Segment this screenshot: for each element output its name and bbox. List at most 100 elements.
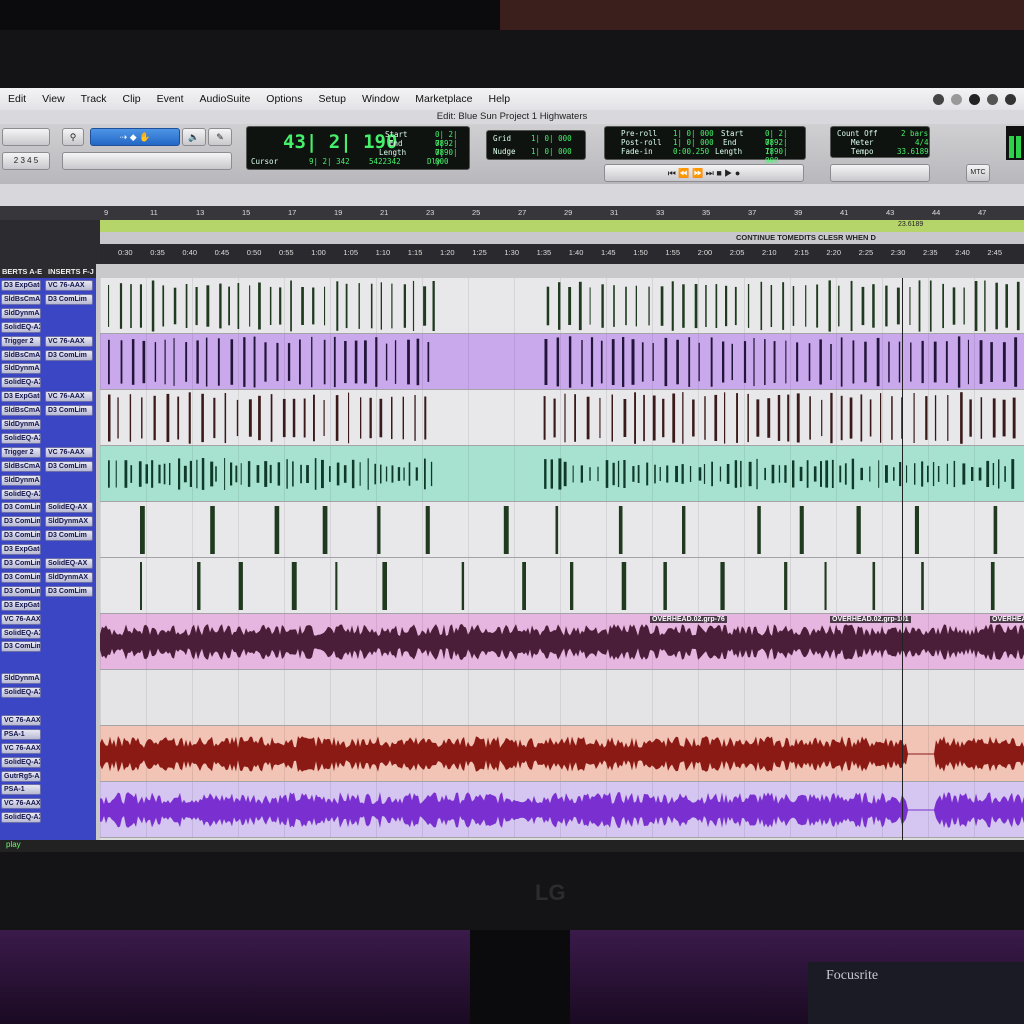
- insert-slot[interactable]: SldDynmAX: [1, 474, 41, 486]
- universe-overview[interactable]: [0, 184, 1024, 206]
- insert-slot[interactable]: D3 ComLim: [45, 585, 93, 597]
- insert-slot[interactable]: SldDynmAX: [1, 363, 41, 375]
- track-lane[interactable]: [100, 670, 1024, 726]
- insert-slot[interactable]: SldDynmAX: [45, 516, 93, 528]
- insert-slot[interactable]: VC 76-AAX: [1, 742, 41, 754]
- tray-icon[interactable]: [1005, 93, 1016, 105]
- insert-slot[interactable]: VC 76-AAX: [45, 391, 93, 403]
- insert-slot[interactable]: SldBsCmAX: [1, 349, 41, 361]
- pencil-tool-icon[interactable]: ✎: [208, 128, 232, 146]
- insert-slot[interactable]: SolidEQ-AX: [1, 321, 41, 333]
- insert-slot[interactable]: SldDynmAX: [1, 419, 41, 430]
- insert-slot[interactable]: D3 ExpGate: [1, 599, 41, 611]
- countoff-value[interactable]: 2 bars: [901, 129, 928, 138]
- edit-mode-buttons[interactable]: [62, 152, 232, 170]
- insert-slot[interactable]: D3 ComLim: [1, 641, 41, 653]
- insert-slot[interactable]: D3 ComLim: [1, 530, 41, 542]
- clip-name-label[interactable]: OVERHEAD.02.grp-76: [650, 616, 727, 623]
- insert-slot[interactable]: SolidEQ-AX: [1, 687, 41, 699]
- countoff-label[interactable]: Count Off: [837, 129, 878, 138]
- insert-slot[interactable]: D3 ComLim: [45, 460, 93, 472]
- insert-slot[interactable]: SolidEQ-AX: [1, 812, 41, 824]
- insert-slot[interactable]: VC 76-AAX: [1, 798, 41, 810]
- transport-length-value[interactable]: 1| 0| 000: [765, 147, 805, 165]
- insert-slot[interactable]: D3 ComLim: [1, 558, 41, 569]
- insert-slot[interactable]: D3 ComLim: [45, 349, 93, 361]
- preroll-label[interactable]: Pre-roll: [621, 129, 657, 138]
- zoom-preset-button[interactable]: [2, 128, 50, 146]
- meter-value[interactable]: 4/4: [915, 138, 929, 147]
- marker-ruler[interactable]: CONTINUE TOMEDITS CLESR WHEN D: [100, 232, 1024, 244]
- insert-slot[interactable]: VC 76-AAX: [1, 613, 41, 625]
- grid-label[interactable]: Grid: [493, 134, 511, 143]
- menu-event[interactable]: Event: [149, 93, 192, 105]
- tray-icon[interactable]: [987, 93, 998, 105]
- insert-slot[interactable]: D3 ComLim: [1, 571, 41, 583]
- mtc-button[interactable]: MTC: [966, 164, 990, 182]
- insert-slot[interactable]: D3 ExpGate: [1, 544, 41, 556]
- insert-slot[interactable]: D3 ComLim: [45, 293, 93, 305]
- insert-slot[interactable]: D3 ComLim: [1, 516, 41, 528]
- eye-icon[interactable]: [969, 93, 980, 105]
- insert-slot[interactable]: Trigger 2: [1, 335, 41, 347]
- insert-slot[interactable]: VC 76-AAX: [45, 335, 93, 347]
- edit-tools-group[interactable]: ⇢ ◆ ✋: [90, 128, 180, 146]
- fadein-label[interactable]: Fade-in: [621, 147, 653, 156]
- insert-slot[interactable]: D3 ExpGate: [1, 391, 41, 403]
- insert-slot[interactable]: PSA-1: [1, 784, 41, 796]
- insert-slot[interactable]: Trigger 2: [1, 446, 41, 458]
- track-lane[interactable]: [100, 390, 1024, 446]
- tray-icon[interactable]: [951, 93, 962, 105]
- insert-slot[interactable]: D3 ExpGate: [1, 280, 41, 291]
- bars-beats-ruler[interactable]: 9 11 13 15 17 19 21 23 25 27 29 31 33 35 37 39 41 43 44 47: [0, 206, 1024, 220]
- menu-options[interactable]: Options: [258, 93, 310, 105]
- insert-slot[interactable]: SolidEQ-AX: [45, 502, 93, 514]
- tempo-ruler[interactable]: 23.6189: [100, 220, 1024, 232]
- track-lane[interactable]: [100, 334, 1024, 390]
- fadein-value[interactable]: 0:00.250: [673, 147, 709, 156]
- marker-label[interactable]: CONTINUE TOMEDITS CLESR WHEN D: [736, 233, 876, 242]
- insert-slot[interactable]: SldDynmAX: [1, 673, 41, 685]
- insert-slot[interactable]: D3 ComLim: [45, 405, 93, 417]
- insert-slot[interactable]: SolidEQ-AX: [1, 627, 41, 639]
- insert-slot[interactable]: GutrRg5-AX: [1, 770, 41, 782]
- track-lane[interactable]: [100, 726, 1024, 782]
- menu-help[interactable]: Help: [481, 93, 519, 105]
- insert-slot[interactable]: SolidEQ-AX: [1, 432, 41, 444]
- track-lane[interactable]: [100, 782, 1024, 838]
- menu-view[interactable]: View: [34, 93, 73, 105]
- insert-slot[interactable]: SolidEQ-AX: [1, 488, 41, 500]
- insert-slot[interactable]: VC 76-AAX: [1, 714, 41, 726]
- grid-value[interactable]: 1| 0| 000: [531, 134, 572, 143]
- menu-window[interactable]: Window: [354, 93, 407, 105]
- insert-slot[interactable]: PSA-1: [1, 728, 41, 740]
- zoom-presets[interactable]: 2 3 4 5: [2, 152, 50, 170]
- tray-icon[interactable]: [933, 93, 944, 105]
- menu-track[interactable]: Track: [73, 93, 115, 105]
- postroll-label[interactable]: Post-roll: [621, 138, 662, 147]
- tempo-value[interactable]: 33.6189: [897, 147, 929, 156]
- track-lane[interactable]: [100, 502, 1024, 558]
- insert-slot[interactable]: D3 ComLim: [1, 502, 41, 514]
- insert-slot[interactable]: VC 76-AAX: [45, 446, 93, 458]
- insert-slot[interactable]: SolidEQ-AX: [45, 558, 93, 569]
- nudge-value[interactable]: 1| 0| 000: [531, 147, 572, 156]
- insert-slot[interactable]: D3 ComLim: [1, 585, 41, 597]
- insert-slot[interactable]: SolidEQ-AX: [1, 756, 41, 768]
- zoom-tool-icon[interactable]: ⚲: [62, 128, 84, 146]
- insert-slot[interactable]: VC 76-AAX: [45, 280, 93, 291]
- insert-slot[interactable]: SldBsCmAX: [1, 293, 41, 305]
- insert-slot[interactable]: SldDynmAX: [1, 307, 41, 319]
- insert-slot[interactable]: SldDynmAX: [45, 571, 93, 583]
- menu-audiosuite[interactable]: AudioSuite: [192, 93, 259, 105]
- preroll-value[interactable]: 1| 0| 000: [673, 129, 714, 138]
- postroll-value[interactable]: 1| 0| 000: [673, 138, 714, 147]
- insert-slot[interactable]: SldBsCmAX: [1, 405, 41, 417]
- menu-setup[interactable]: Setup: [310, 93, 353, 105]
- clip-name-label[interactable]: OVERHEAD.02.grp-101: [830, 616, 911, 623]
- insert-slot[interactable]: D3 ComLim: [45, 530, 93, 542]
- insert-slot[interactable]: SldBsCmAX: [1, 460, 41, 472]
- insert-slot[interactable]: SolidEQ-AX: [1, 377, 41, 389]
- transport-buttons[interactable]: ⏮ ⏪ ⏩ ⏭ ■ ▶ ●: [604, 164, 804, 182]
- menu-marketplace[interactable]: Marketplace: [407, 93, 480, 105]
